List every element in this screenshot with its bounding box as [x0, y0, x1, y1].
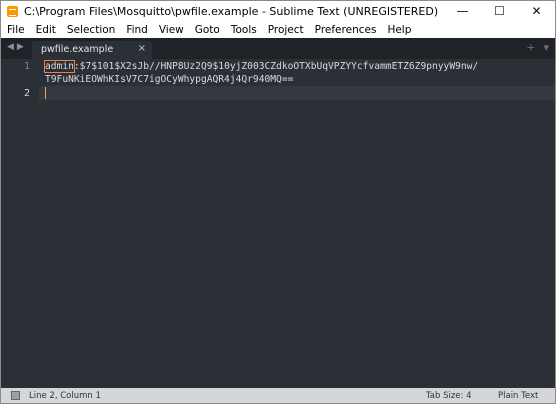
tab-label: pwfile.example: [41, 44, 114, 55]
close-button[interactable]: ✕: [518, 1, 555, 21]
minimize-button[interactable]: —: [444, 1, 481, 21]
close-icon[interactable]: ×: [138, 43, 146, 54]
tab-pwfile[interactable]: pwfile.example ×: [32, 41, 152, 59]
menu-file[interactable]: File: [1, 24, 30, 36]
title-bar[interactable]: C:\Program Files\Mosquitto\pwfile.exampl…: [1, 1, 555, 21]
menu-preferences[interactable]: Preferences: [309, 24, 382, 36]
chevron-right-icon[interactable]: ▶: [17, 42, 24, 52]
chevron-left-icon[interactable]: ◀: [7, 42, 14, 52]
tab-tools: + ▾: [526, 41, 549, 54]
syntax-selector[interactable]: Plain Text: [498, 391, 538, 401]
menu-tools[interactable]: Tools: [225, 24, 262, 36]
sublime-window: C:\Program Files\Mosquitto\pwfile.exampl…: [0, 0, 556, 404]
menu-find[interactable]: Find: [120, 24, 153, 36]
chevron-down-icon[interactable]: ▾: [543, 41, 549, 54]
menu-goto[interactable]: Goto: [189, 24, 225, 36]
window-title: C:\Program Files\Mosquitto\pwfile.exampl…: [24, 4, 439, 18]
line-gutter: 1 2: [1, 59, 39, 387]
menu-project[interactable]: Project: [262, 24, 309, 36]
menu-selection[interactable]: Selection: [61, 24, 120, 36]
code-line-1-wrap: T9FuNKiEOWhKIsV7C7igOCyWhypgAQR4j4Qr940M…: [45, 74, 294, 85]
code-line-1: :$7$101$X2sJb//HNP8Uz2Q9$10yjZ003CZdkoOT…: [73, 61, 479, 72]
menu-bar: File Edit Selection Find View Goto Tools…: [1, 21, 555, 38]
new-tab-icon[interactable]: +: [526, 41, 535, 54]
current-line-highlight: [1, 86, 555, 100]
menu-edit[interactable]: Edit: [30, 24, 61, 36]
window-controls: — ☐ ✕: [444, 1, 555, 21]
menu-help[interactable]: Help: [381, 24, 416, 36]
editor-text[interactable]: admin:$7$101$X2sJb//HNP8Uz2Q9$10yjZ003CZ…: [44, 60, 479, 86]
line-number-current: 2: [23, 88, 30, 99]
status-bar: Line 2, Column 1 Tab Size: 4 Plain Text: [1, 388, 555, 403]
sublime-logo-icon: [7, 5, 18, 17]
highlighted-word: admin: [44, 60, 75, 73]
text-cursor: [45, 87, 46, 99]
maximize-button[interactable]: ☐: [481, 1, 518, 21]
tab-bar: ◀ ▶ pwfile.example × + ▾: [1, 38, 555, 59]
tab-navigation: ◀ ▶: [7, 42, 24, 52]
menu-view[interactable]: View: [153, 24, 189, 36]
line-number: 1: [23, 61, 30, 72]
tab-size-selector[interactable]: Tab Size: 4: [426, 391, 472, 401]
cursor-position: Line 2, Column 1: [29, 390, 101, 401]
panel-toggle-icon[interactable]: [11, 391, 20, 400]
